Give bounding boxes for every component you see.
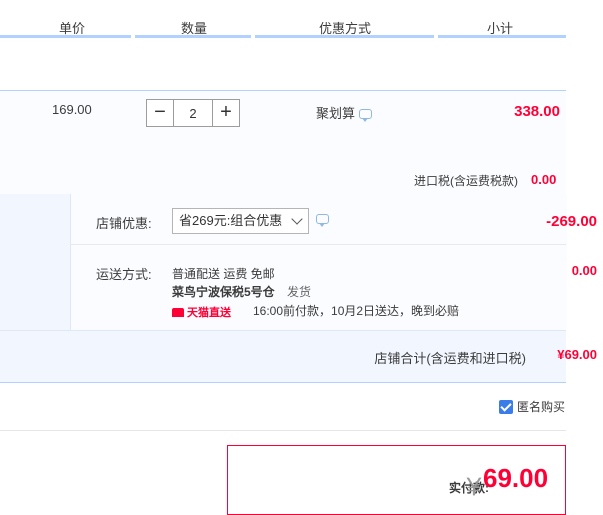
promotion-name: 聚划算 (316, 106, 356, 121)
anonymous-purchase-label: 匿名购买 (517, 400, 566, 414)
quantity-stepper: − + (146, 99, 240, 127)
unit-price: 169.00 (52, 102, 92, 117)
shop-promo-selected: 省269元:组合优惠 (179, 213, 283, 228)
shipping-warehouse-suffix: 发货 (287, 285, 312, 299)
header-underline (255, 35, 434, 38)
shop-promo-label: 店铺优惠: (96, 216, 152, 231)
import-tax-label: 进口税(含运费税款) (414, 174, 518, 188)
tmall-direct-label: 天猫直送 (187, 307, 231, 319)
shipping-method: 普通配送 运费 免邮 (172, 267, 275, 281)
header-underline (135, 35, 251, 38)
order-table-header: 单价 数量 优惠方式 小计 (0, 0, 566, 38)
increase-quantity-button[interactable]: + (212, 99, 240, 127)
header-underline (0, 35, 131, 38)
shop-promo-select[interactable]: 省269元:组合优惠 (172, 208, 309, 234)
chat-icon[interactable] (359, 109, 372, 122)
header-underline (438, 35, 566, 38)
shipping-warehouse: 菜鸟宁波保税5号仓 (172, 285, 275, 299)
anonymous-checkbox[interactable] (499, 399, 513, 414)
order-item-row: 169.00 − + 聚划算 338.00 进口税(含运费税款) 0.00 (0, 90, 566, 195)
shop-total-value: ¥69.00 (557, 347, 597, 362)
item-subtotal: 338.00 (514, 103, 560, 120)
divider (70, 244, 566, 245)
decrease-quantity-button[interactable]: − (146, 99, 174, 127)
shipping-label: 运送方式: (96, 267, 152, 282)
anonymous-purchase-option[interactable]: 匿名购买 (499, 398, 565, 415)
delivery-note: 16:00前付款，10月2日送达，晚到必赔 (253, 304, 460, 318)
chat-icon[interactable] (316, 214, 329, 227)
shipping-fee: 0.00 (571, 263, 597, 278)
import-tax-value: 0.00 (531, 172, 557, 187)
payment-amount: 69.00 (483, 463, 549, 493)
shop-promo-discount: -269.00 (546, 213, 597, 230)
tmall-direct-badge: 天猫直送 (172, 304, 231, 320)
chevron-down-icon (291, 213, 303, 225)
divider (0, 430, 566, 431)
tmall-cat-icon (172, 307, 184, 317)
quantity-input[interactable] (174, 99, 212, 127)
shop-total-label: 店铺合计(含运费和进口税) (374, 351, 526, 366)
